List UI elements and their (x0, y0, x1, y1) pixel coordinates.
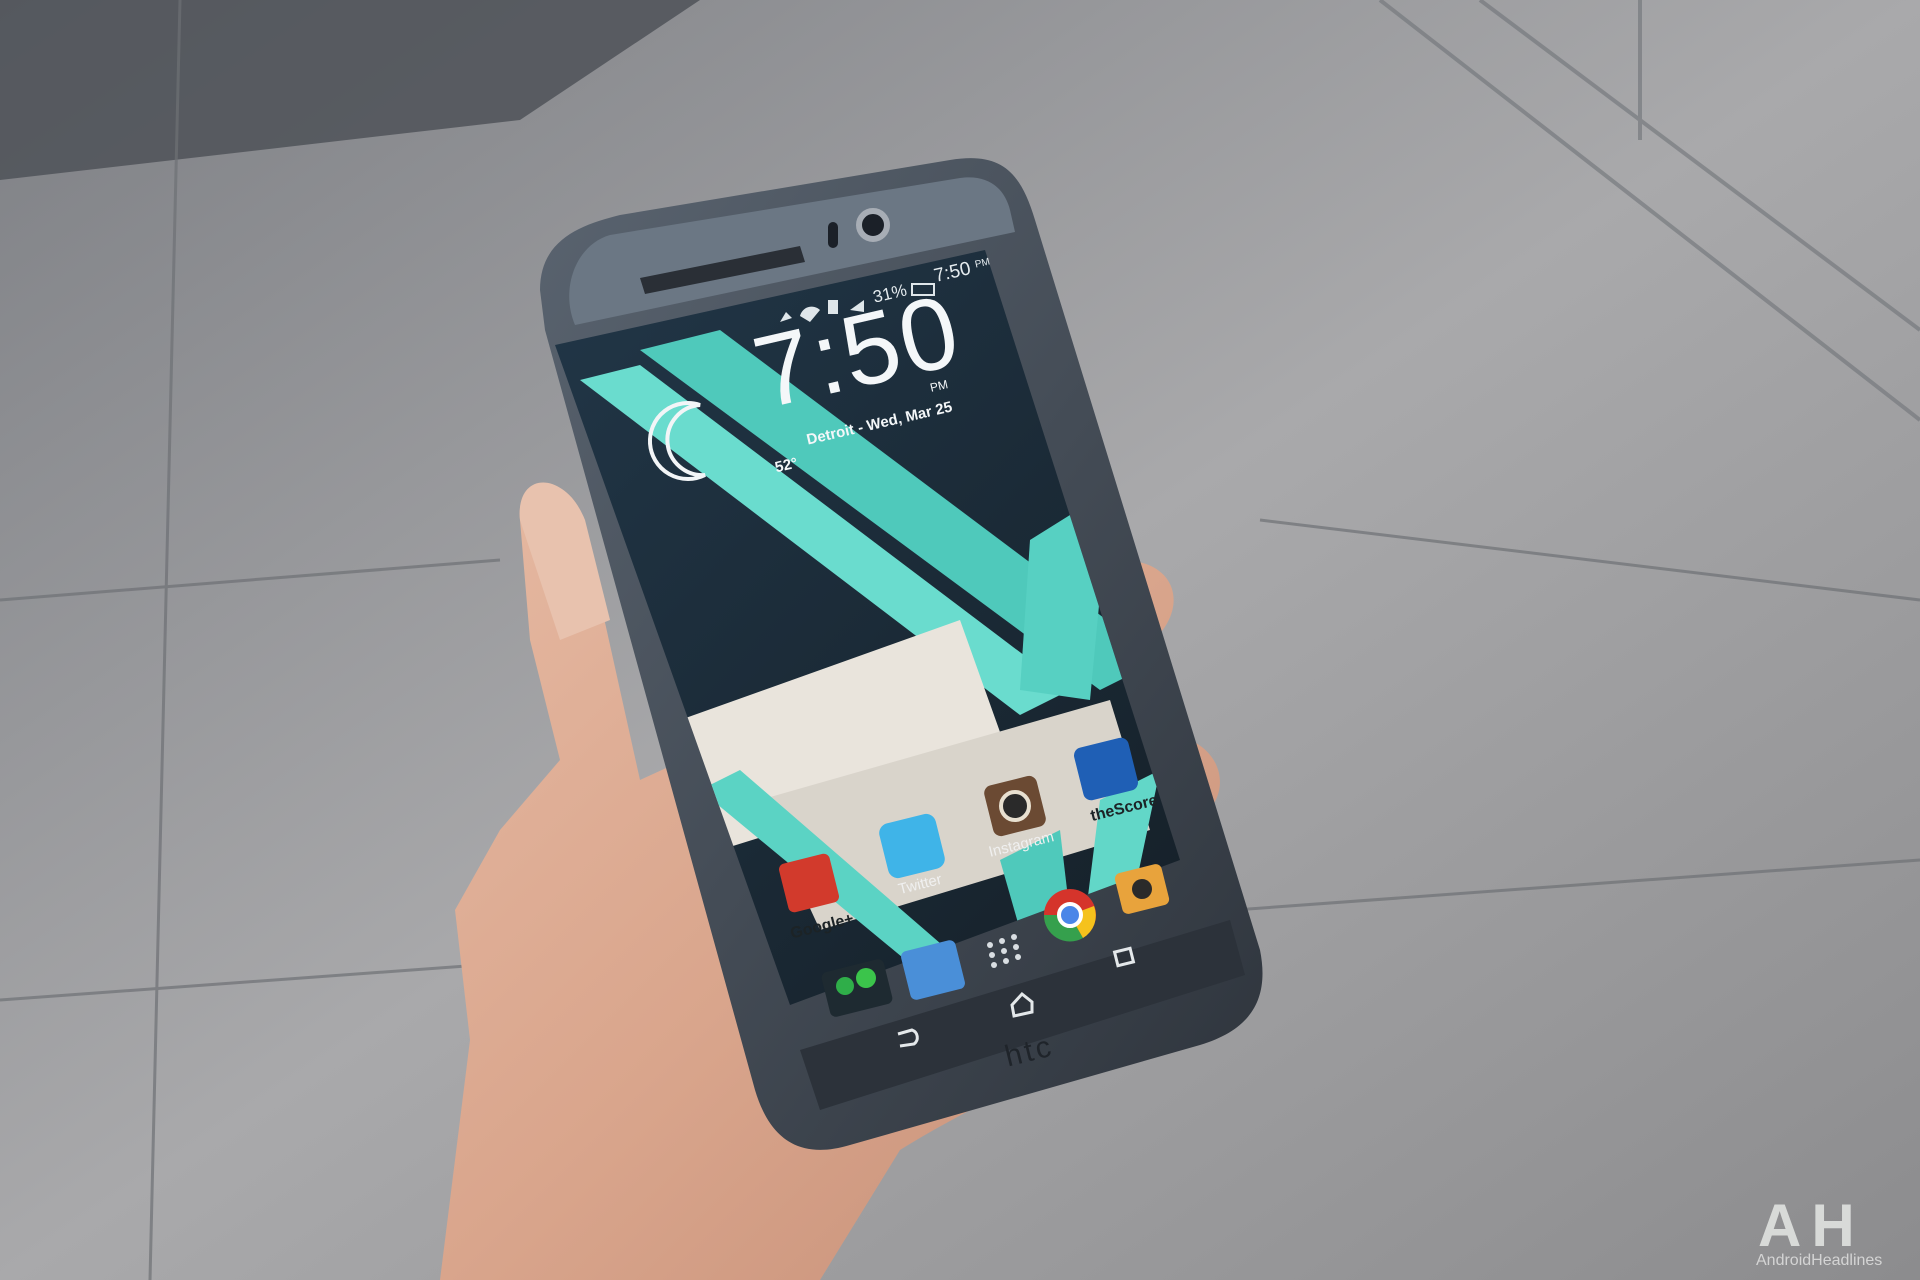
watermark-tagline: AndroidHeadlines (1756, 1252, 1883, 1269)
chrome-icon[interactable] (1043, 889, 1096, 942)
front-camera (856, 208, 890, 242)
proximity-sensor (828, 222, 838, 248)
photo-scene (0, 0, 1920, 1280)
watermark-logo: AH (1758, 1196, 1865, 1256)
watermark-letters: AH (1758, 1192, 1865, 1259)
